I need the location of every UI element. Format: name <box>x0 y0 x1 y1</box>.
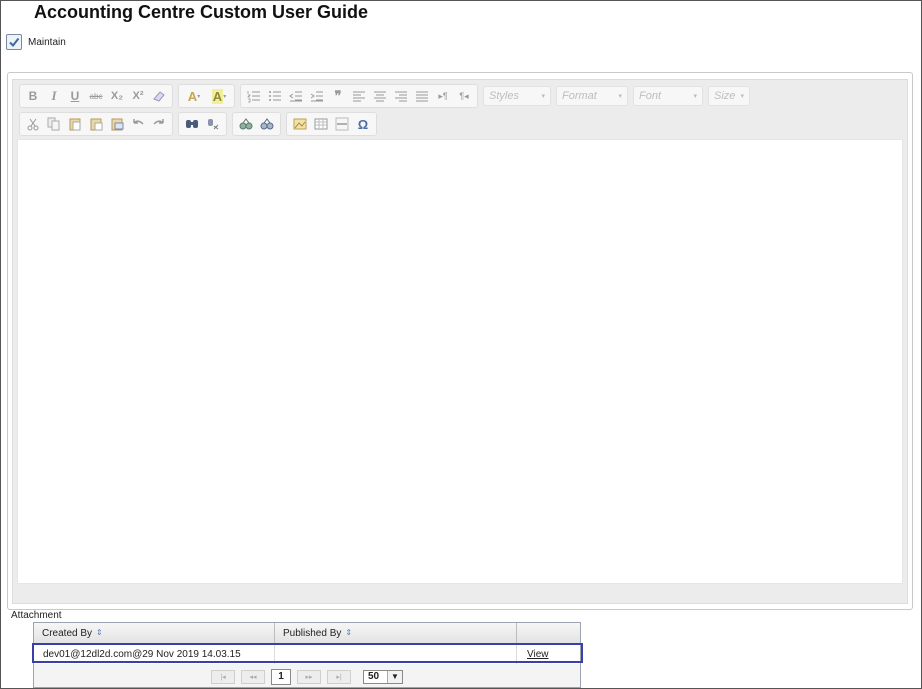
find-icon[interactable] <box>182 115 202 133</box>
size-combo-label: Size <box>714 90 736 102</box>
previous-page-icon[interactable]: ◂◂ <box>241 669 265 684</box>
paragraph-group: ❞ ▸¶ ¶◂ <box>240 84 478 108</box>
horizontal-rule-icon[interactable] <box>332 115 352 133</box>
background-color-icon: A <box>211 88 224 104</box>
scayt-icon[interactable] <box>257 115 277 133</box>
align-left-icon[interactable] <box>349 87 369 105</box>
column-header-published-by[interactable]: Published By ⇕ <box>275 623 517 643</box>
text-color-button[interactable]: A ▾ <box>182 87 206 105</box>
replace-icon[interactable] <box>203 115 223 133</box>
view-link[interactable]: View <box>527 649 549 660</box>
decrease-indent-icon[interactable] <box>286 87 306 105</box>
paste-text-icon[interactable] <box>86 115 106 133</box>
column-header-label: Published By <box>283 627 342 639</box>
maintain-label: Maintain <box>28 36 66 48</box>
action-cell: View <box>517 644 580 664</box>
column-header-created-by[interactable]: Created By ⇕ <box>34 623 275 643</box>
published-by-cell <box>275 644 517 664</box>
basic-styles-group: B I U abc X₂ X² <box>19 84 173 108</box>
subscript-button[interactable]: X₂ <box>107 87 127 105</box>
chevron-down-icon: ▾ <box>541 93 545 100</box>
copy-icon[interactable] <box>44 115 64 133</box>
clipboard-group <box>19 112 173 136</box>
maintain-checkbox[interactable] <box>6 34 22 50</box>
remove-format-icon[interactable] <box>149 87 169 105</box>
spellcheck-group <box>232 112 281 136</box>
redo-icon[interactable] <box>149 115 169 133</box>
special-char-icon[interactable]: Ω <box>353 115 373 133</box>
chevron-down-icon: ▾ <box>618 93 622 100</box>
increase-indent-icon[interactable] <box>307 87 327 105</box>
underline-button[interactable]: U <box>65 87 85 105</box>
format-combo[interactable]: Format ▾ <box>556 86 628 106</box>
table-icon[interactable] <box>311 115 331 133</box>
superscript-button[interactable]: X² <box>128 87 148 105</box>
spellcheck-icon[interactable] <box>236 115 256 133</box>
cut-icon[interactable] <box>23 115 43 133</box>
bold-button[interactable]: B <box>23 87 43 105</box>
ltr-icon[interactable]: ▸¶ <box>433 87 453 105</box>
created-by-cell: dev01@12dl2d.com@29 Nov 2019 14.03.15 <box>34 644 275 664</box>
column-header-action <box>517 623 580 643</box>
rtl-icon[interactable]: ¶◂ <box>454 87 474 105</box>
page-size-select[interactable]: 50 ▼ <box>363 669 403 684</box>
grid-header: Created By ⇕ Published By ⇕ <box>34 623 580 644</box>
paste-word-icon[interactable] <box>107 115 127 133</box>
strikethrough-button[interactable]: abc <box>86 87 106 105</box>
page-size-value: 50 <box>368 671 380 682</box>
current-page[interactable]: 1 <box>271 668 291 685</box>
justify-icon[interactable] <box>412 87 432 105</box>
align-right-icon[interactable] <box>391 87 411 105</box>
last-page-icon[interactable]: ▸| <box>327 669 351 684</box>
styles-combo-label: Styles <box>489 90 519 102</box>
table-row[interactable]: dev01@12dl2d.com@29 Nov 2019 14.03.15 Vi… <box>34 644 580 664</box>
background-color-button[interactable]: A ▾ <box>207 87 231 105</box>
insert-group: Ω <box>286 112 377 136</box>
italic-button[interactable]: I <box>44 87 64 105</box>
styles-combo[interactable]: Styles ▾ <box>483 86 551 106</box>
maintain-option[interactable]: Maintain <box>6 34 66 50</box>
paste-icon[interactable] <box>65 115 85 133</box>
font-combo-label: Font <box>639 90 662 102</box>
editor-chrome: B I U abc X₂ X² A ▾ A ▾ ❞ ▸¶ ¶◂ Styles ▾… <box>12 79 908 604</box>
checkmark-icon <box>9 37 20 48</box>
toolbar-row-2: Ω <box>19 112 377 136</box>
font-combo[interactable]: Font ▾ <box>633 86 703 106</box>
first-page-icon[interactable]: |◂ <box>211 669 235 684</box>
blockquote-icon[interactable]: ❞ <box>328 87 348 105</box>
chevron-down-icon: ▼ <box>387 670 402 683</box>
attachment-grid: Created By ⇕ Published By ⇕ dev01@12dl2d… <box>33 622 581 688</box>
pager: |◂ ◂◂ 1 ▸▸ ▸| 50 ▼ <box>34 667 580 686</box>
find-group <box>178 112 227 136</box>
page-title: Accounting Centre Custom User Guide <box>34 2 369 22</box>
attachment-label: Attachment <box>11 610 62 621</box>
align-center-icon[interactable] <box>370 87 390 105</box>
toolbar-row-1: B I U abc X₂ X² A ▾ A ▾ ❞ ▸¶ ¶◂ Styles ▾… <box>19 84 750 108</box>
undo-icon[interactable] <box>128 115 148 133</box>
format-combo-label: Format <box>562 90 597 102</box>
text-color-icon: A <box>187 88 198 104</box>
color-group: A ▾ A ▾ <box>178 84 235 108</box>
bulleted-list-icon[interactable] <box>265 87 285 105</box>
chevron-down-icon: ▾ <box>693 93 697 100</box>
sort-icon: ⇕ <box>96 628 103 637</box>
editor-content-area[interactable] <box>17 139 903 584</box>
numbered-list-icon[interactable] <box>244 87 264 105</box>
chevron-down-icon: ▾ <box>740 93 744 100</box>
image-icon[interactable] <box>290 115 310 133</box>
rich-text-editor: B I U abc X₂ X² A ▾ A ▾ ❞ ▸¶ ¶◂ Styles ▾… <box>7 72 913 610</box>
next-page-icon[interactable]: ▸▸ <box>297 669 321 684</box>
column-header-label: Created By <box>42 627 93 639</box>
sort-icon: ⇕ <box>345 628 353 637</box>
size-combo[interactable]: Size ▾ <box>708 86 750 106</box>
